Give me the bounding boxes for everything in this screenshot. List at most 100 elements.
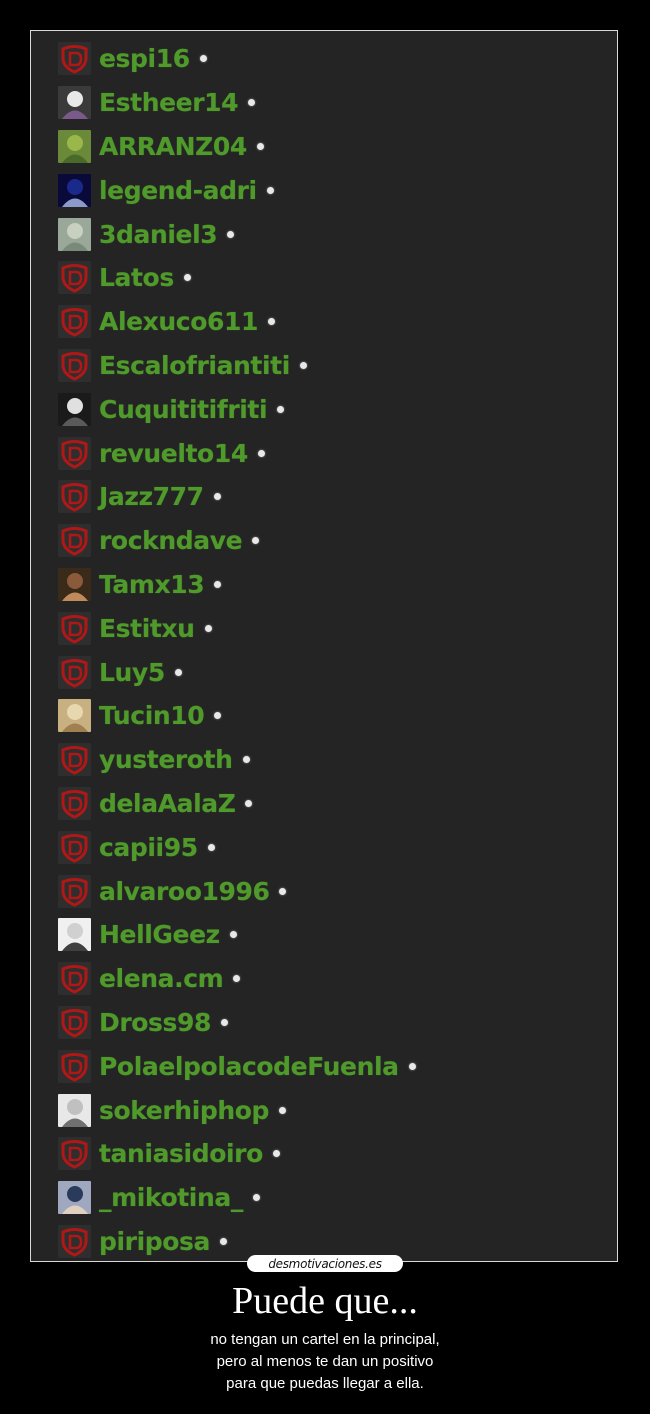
username-link[interactable]: Estheer14 — [99, 90, 239, 115]
user-row: revuelto14 — [58, 431, 598, 475]
user-photo-avatar-icon[interactable] — [58, 918, 91, 952]
username-link[interactable]: revuelto14 — [99, 441, 248, 466]
poster-frame: espi16 Estheer14 ARRANZ04 legend-adri 3danie… — [30, 30, 618, 1262]
username-link[interactable]: alvaroo1996 — [99, 879, 270, 904]
online-status-dot-icon — [242, 756, 250, 764]
username-link[interactable]: Tucin10 — [99, 703, 205, 728]
username-link[interactable]: Jazz777 — [99, 484, 204, 509]
username-link[interactable]: PolaelpolacodeFuenla — [99, 1054, 399, 1079]
user-list: espi16 Estheer14 ARRANZ04 legend-adri 3danie… — [58, 37, 598, 1263]
user-photo-avatar-icon[interactable] — [58, 699, 91, 733]
default-avatar-shield-icon[interactable] — [58, 1049, 91, 1083]
site-watermark: desmotivaciones.es — [247, 1255, 403, 1272]
user-row: Tucin10 — [58, 694, 598, 738]
user-photo-avatar-icon[interactable] — [58, 1181, 91, 1215]
user-row: elena.cm — [58, 957, 598, 1001]
user-row: Alexuco611 — [58, 300, 598, 344]
online-status-dot-icon — [299, 361, 307, 369]
username-link[interactable]: Alexuco611 — [99, 309, 258, 334]
username-link[interactable]: HellGeez — [99, 922, 220, 947]
default-avatar-shield-icon[interactable] — [58, 480, 91, 514]
user-row: rockndave — [58, 519, 598, 563]
online-status-dot-icon — [229, 931, 237, 939]
username-link[interactable]: Tamx13 — [99, 572, 205, 597]
username-link[interactable]: 3daniel3 — [99, 222, 218, 247]
default-avatar-shield-icon[interactable] — [58, 261, 91, 295]
username-link[interactable]: espi16 — [99, 46, 190, 71]
user-row: Estitxu — [58, 606, 598, 650]
online-status-dot-icon — [214, 580, 222, 588]
user-row: _mikotina_ — [58, 1176, 598, 1220]
online-status-dot-icon — [256, 142, 264, 150]
username-link[interactable]: _mikotina_ — [99, 1185, 243, 1210]
username-link[interactable]: delaAalaZ — [99, 791, 236, 816]
user-row: capii95 — [58, 825, 598, 869]
username-link[interactable]: Estitxu — [99, 616, 195, 641]
default-avatar-shield-icon[interactable] — [58, 1005, 91, 1039]
online-status-dot-icon — [204, 624, 212, 632]
default-avatar-shield-icon[interactable] — [58, 348, 91, 382]
user-row: 3daniel3 — [58, 212, 598, 256]
username-link[interactable]: Latos — [99, 265, 174, 290]
default-avatar-shield-icon[interactable] — [58, 786, 91, 820]
online-status-dot-icon — [408, 1062, 416, 1070]
caption-text: no tengan un cartel en la principal, per… — [0, 1329, 650, 1395]
user-row: espi16 — [58, 37, 598, 81]
online-status-dot-icon — [266, 186, 274, 194]
user-row: Luy5 — [58, 650, 598, 694]
default-avatar-shield-icon[interactable] — [58, 42, 91, 76]
online-status-dot-icon — [279, 1106, 287, 1114]
online-status-dot-icon — [183, 274, 191, 282]
default-avatar-shield-icon[interactable] — [58, 305, 91, 339]
username-link[interactable]: yusteroth — [99, 747, 233, 772]
user-row: Jazz777 — [58, 475, 598, 519]
online-status-dot-icon — [252, 537, 260, 545]
user-photo-avatar-icon[interactable] — [58, 392, 91, 426]
username-link[interactable]: taniasidoiro — [99, 1141, 263, 1166]
online-status-dot-icon — [207, 843, 215, 851]
default-avatar-shield-icon[interactable] — [58, 1137, 91, 1171]
username-link[interactable]: Dross98 — [99, 1010, 211, 1035]
username-link[interactable]: Escalofriantiti — [99, 353, 290, 378]
caption-line: no tengan un cartel en la principal, — [210, 1331, 440, 1348]
online-status-dot-icon — [221, 1018, 229, 1026]
username-link[interactable]: Luy5 — [99, 660, 165, 685]
default-avatar-shield-icon[interactable] — [58, 874, 91, 908]
username-link[interactable]: ARRANZ04 — [99, 134, 247, 159]
user-photo-avatar-icon[interactable] — [58, 129, 91, 163]
user-photo-avatar-icon[interactable] — [58, 1093, 91, 1127]
user-photo-avatar-icon[interactable] — [58, 217, 91, 251]
username-link[interactable]: capii95 — [99, 835, 198, 860]
username-link[interactable]: legend-adri — [99, 178, 257, 203]
online-status-dot-icon — [245, 799, 253, 807]
username-link[interactable]: sokerhiphop — [99, 1098, 269, 1123]
username-link[interactable]: piriposa — [99, 1229, 210, 1254]
user-row: delaAalaZ — [58, 782, 598, 826]
user-photo-avatar-icon[interactable] — [58, 86, 91, 120]
user-row: Dross98 — [58, 1001, 598, 1045]
default-avatar-shield-icon[interactable] — [58, 655, 91, 689]
user-row: Escalofriantiti — [58, 344, 598, 388]
user-row: Tamx13 — [58, 563, 598, 607]
online-status-dot-icon — [267, 318, 275, 326]
default-avatar-shield-icon[interactable] — [58, 830, 91, 864]
default-avatar-shield-icon[interactable] — [58, 1224, 91, 1258]
default-avatar-shield-icon[interactable] — [58, 524, 91, 558]
default-avatar-shield-icon[interactable] — [58, 436, 91, 470]
user-photo-avatar-icon[interactable] — [58, 173, 91, 207]
caption-title: Puede que... — [232, 1280, 418, 1322]
user-photo-avatar-icon[interactable] — [58, 567, 91, 601]
user-row: yusteroth — [58, 738, 598, 782]
online-status-dot-icon — [213, 493, 221, 501]
username-link[interactable]: elena.cm — [99, 966, 224, 991]
default-avatar-shield-icon[interactable] — [58, 611, 91, 645]
user-row: Estheer14 — [58, 81, 598, 125]
online-status-dot-icon — [272, 1150, 280, 1158]
caption-line: pero al menos te dan un positivo — [216, 1353, 434, 1370]
default-avatar-shield-icon[interactable] — [58, 962, 91, 996]
username-link[interactable]: Cuquititifriti — [99, 397, 268, 422]
user-row: legend-adri — [58, 168, 598, 212]
username-link[interactable]: rockndave — [99, 528, 243, 553]
default-avatar-shield-icon[interactable] — [58, 743, 91, 777]
caption-line: para que puedas llegar a ella. — [226, 1375, 424, 1392]
